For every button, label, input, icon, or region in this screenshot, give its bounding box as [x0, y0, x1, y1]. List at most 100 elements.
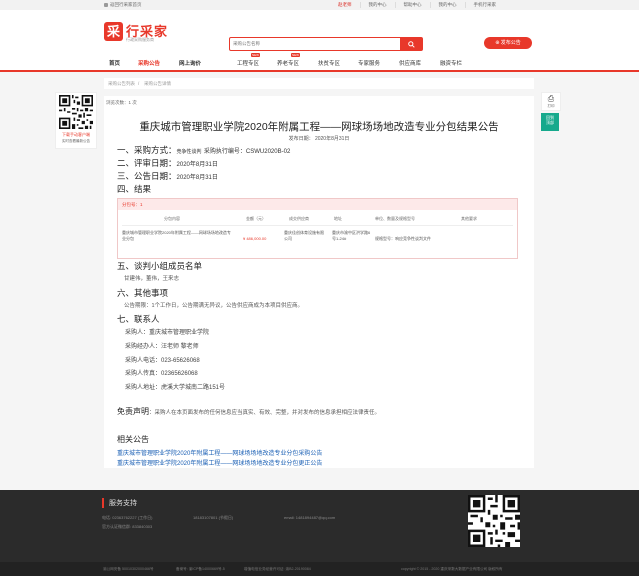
- footer-police-record[interactable]: 渝公网安备 50010302000466号: [103, 567, 154, 572]
- nav-procurement[interactable]: 采购公告: [138, 59, 160, 67]
- related-link[interactable]: 重庆城市管理职业学院2020年附属工程——网球场场地改造专业分包更正公告: [117, 458, 322, 467]
- publish-button-label: 发布公告: [500, 40, 521, 46]
- section-result: 四、结果: [117, 184, 152, 194]
- contact-purchaser: 采购人：重庆城市管理职业学院: [125, 330, 210, 336]
- nav-finance[interactable]: 融资专栏: [440, 59, 462, 67]
- contact-fax: 采购人传真：02365626068: [125, 371, 198, 377]
- app-download-qr: 下载手动客户端 实时查看最新公告: [55, 92, 97, 149]
- divider: [122, 225, 513, 226]
- top-link-help[interactable]: 帮助中心: [394, 2, 430, 8]
- home-link-label: 返回行采家首页: [110, 2, 142, 7]
- printer-icon: ⎙: [547, 94, 555, 103]
- breadcrumb: 采购公告列表 / 采购公告详情: [104, 78, 534, 89]
- home-link[interactable]: 返回行采家首页: [104, 2, 142, 8]
- nav-elderly-label: 养老专区: [277, 61, 300, 67]
- qr-code-icon: [468, 495, 520, 547]
- package-bar: 分包号：1: [118, 199, 517, 210]
- disclaimer: 免责声明：采购人在本页面发布的任何信息应当真实、有效、完整，并对发布的信息承担相…: [117, 406, 380, 417]
- top-link-mobile[interactable]: 手机行采家: [464, 2, 505, 8]
- home-icon: [104, 3, 108, 7]
- exec-code-label: 采购执行编号：: [203, 149, 246, 155]
- article-title: 重庆城市管理职业学院2020年附属工程——网球场场地改造专业分包结果公告: [139, 121, 499, 133]
- back-to-top-button[interactable]: 回到 顶部: [541, 113, 559, 131]
- cell-content: 重庆城市管理职业学院2020年附属工程——网球场场地改造专业分包: [122, 230, 231, 241]
- footer-email: email: 1481894487@qq.com: [284, 515, 336, 520]
- publish-button[interactable]: ⊕ 发布公告: [484, 37, 532, 49]
- result-table: 分包号：1 分包内容 金额（元） 成交供应商 地址 单位、数量及规格型号 其他要…: [117, 198, 518, 259]
- contact-phone: 采购人电话：023-65626068: [125, 358, 200, 364]
- qr-caption: 下载手动客户端: [62, 132, 90, 137]
- nav-home[interactable]: 首页: [109, 59, 120, 67]
- footer-bottom-bar: 渝公网安备 50010302000466号 备案号: 渝ICP备14000669…: [0, 562, 639, 576]
- nav-suppliers[interactable]: 供应商库: [399, 59, 421, 67]
- breadcrumb-list[interactable]: 采购公告列表: [108, 81, 135, 87]
- nav-elderly[interactable]: 养老专区 NEW: [277, 53, 300, 67]
- logo-mark: 采: [104, 22, 123, 41]
- procurement-method: 竞争性谈判: [176, 149, 202, 155]
- top-links: 赵老师 我的中心 帮助中心 我的中心 手机行采家: [330, 2, 504, 8]
- right-float-bar: ⎙ 打印 回到 顶部: [541, 92, 561, 131]
- logo-slogan: 行政采购服务商: [126, 37, 154, 42]
- main-nav: 首页 采购公告 网上询价 工程专区 NEW 养老专区 NEW 扶贫专区 专家服务 供…: [0, 53, 639, 72]
- nav-poverty[interactable]: 扶贫专区: [318, 59, 340, 67]
- footer-icp[interactable]: 备案号: 渝ICP备14000669号-5: [176, 567, 225, 572]
- panel-members: 甘建伟，董伟，王来志: [124, 276, 180, 282]
- col-header-spec: 单位、数量及规格型号: [375, 216, 415, 221]
- qr-code-icon: [59, 95, 93, 129]
- other-matters: 公告期限：1个工作日，公告期满无异议，公告供应商成为本项目供应商。: [124, 303, 304, 309]
- section-contact: 七、联系人: [117, 314, 160, 324]
- related-title: 相关公告: [117, 435, 149, 444]
- footer-license: 增值电信业务经营许可证: 渝B2-20190084: [244, 567, 311, 571]
- footer-copyright: copyright © 2015 - 2020 重庆采数大数据产业有限公司 版权…: [401, 567, 503, 571]
- contact-agent: 采购经办人：汪老师 黎老师: [125, 344, 199, 350]
- top-link-my-center-2[interactable]: 我的中心: [429, 2, 465, 8]
- cell-spec: 规格型号：响应竞争性谈判文件: [375, 236, 431, 241]
- col-header-supplier: 成交供应商: [289, 216, 309, 221]
- new-badge: NEW: [291, 53, 300, 57]
- section-method-label: 一、采购方式：: [117, 145, 177, 155]
- section-method: 一、采购方式：竞争性谈判 采购执行编号：CSWU2020B-02: [117, 144, 290, 156]
- nav-engineering[interactable]: 工程专区 NEW: [237, 53, 260, 67]
- nav-engineering-label: 工程专区: [237, 61, 260, 67]
- back-to-top-line2: 顶部: [546, 120, 554, 125]
- search-button[interactable]: [400, 38, 422, 50]
- exec-code: CSWU2020B-02: [245, 149, 291, 155]
- print-button[interactable]: ⎙ 打印: [541, 92, 561, 111]
- search-bar: [229, 37, 423, 51]
- section-other: 六、其他事项: [117, 288, 169, 298]
- article-panel: 浏览次数：1 次 重庆城市管理职业学院2020年附属工程——网球场场地改造专业分…: [104, 96, 534, 468]
- nav-inquiry[interactable]: 网上询价: [179, 59, 201, 67]
- search-icon: [407, 40, 415, 48]
- site-logo[interactable]: 采 行采家 行政采购服务商: [104, 22, 168, 44]
- footer-qr-code: [468, 495, 520, 547]
- disclaimer-title: 免责声明: [117, 407, 149, 416]
- footer-mobile: 18183107801 (节假日): [193, 515, 234, 520]
- print-label: 打印: [547, 104, 555, 108]
- col-header-amount: 金额（元）: [246, 216, 266, 221]
- section-panel: 五、谈判小组成员名单: [117, 261, 203, 271]
- cell-address: 重庆市渝中区洪学路6号1-24#: [332, 230, 371, 241]
- breadcrumb-current: 采购公告详情: [144, 81, 171, 86]
- user-menu[interactable]: 赵老师: [330, 2, 360, 8]
- section-review-date: 二、评审日期：2020年8月31日: [117, 157, 218, 169]
- cell-supplier: 重庆佳创体育设施有限公司: [284, 230, 324, 241]
- col-header-content: 分包内容: [164, 216, 180, 221]
- breadcrumb-separator: /: [138, 81, 140, 86]
- top-link-my-center[interactable]: 我的中心: [359, 2, 395, 8]
- package-number: 分包号：1: [122, 202, 143, 207]
- nav-experts[interactable]: 专家服务: [358, 59, 380, 67]
- col-header-address: 地址: [334, 216, 342, 221]
- view-count: 浏览次数：1 次: [106, 100, 137, 105]
- cell-amount: ¥ 486,000.00: [243, 236, 267, 241]
- section-notice-date-label: 三、公告日期：: [117, 171, 177, 181]
- footer-wechat-group: 官方认证微信群: 833840303: [102, 524, 153, 529]
- search-input[interactable]: [233, 39, 393, 48]
- footer-service-title: 服务支持: [102, 498, 137, 508]
- new-badge: NEW: [251, 53, 260, 57]
- footer-phone: 电话: 02363762227 (工作日): [102, 515, 153, 520]
- related-link[interactable]: 重庆城市管理职业学院2020年附属工程——网球场场地改造专业分包采购公告: [117, 448, 322, 457]
- notice-date: 2020年8月31日: [176, 175, 218, 181]
- publish-date: 发布日期： 2020年8月31日: [288, 136, 350, 142]
- header: 采 行采家 行政采购服务商 ⊕ 发布公告: [0, 10, 639, 56]
- review-date: 2020年8月31日: [176, 162, 218, 168]
